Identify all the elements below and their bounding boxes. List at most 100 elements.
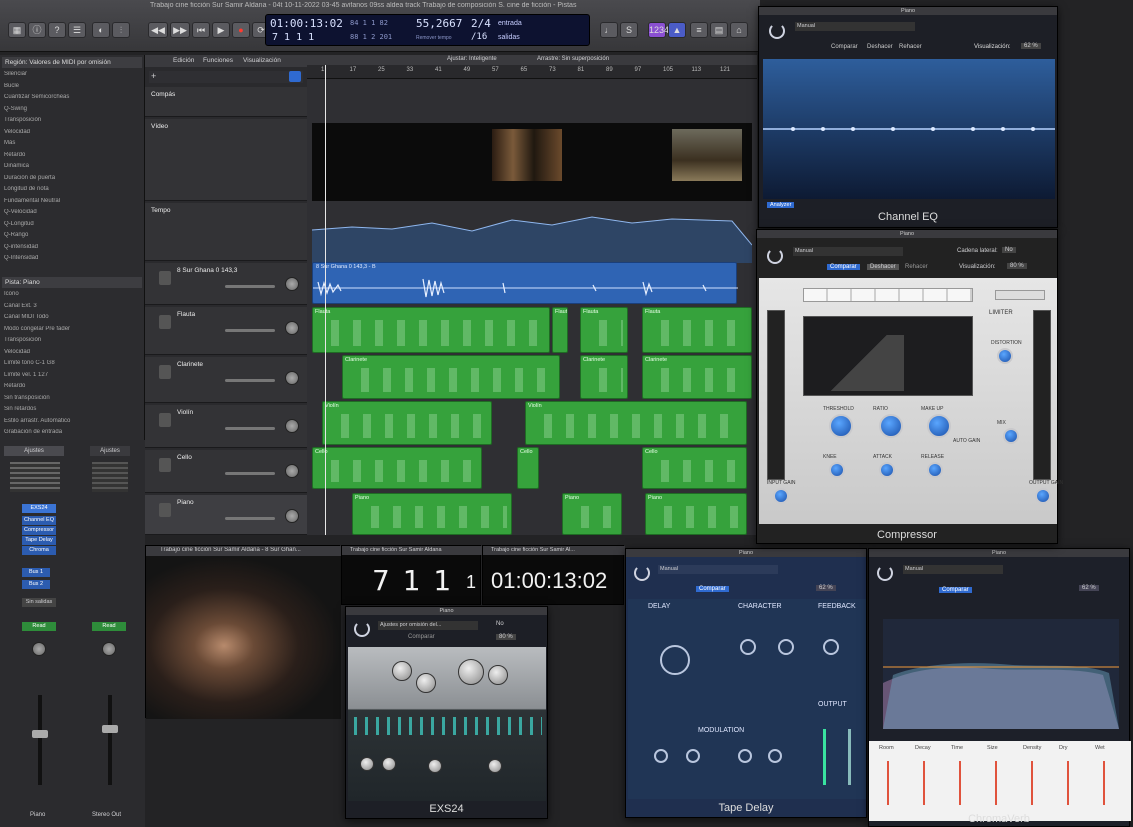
functions-menu[interactable]: Funciones (203, 57, 233, 64)
loop-browser-button[interactable]: ⌂ (730, 22, 748, 38)
region-param-row[interactable]: Q-Velocidad (4, 209, 140, 218)
exs24-knob-5[interactable] (360, 757, 374, 771)
add-track-icon[interactable]: + (151, 71, 156, 81)
midi-region-violin[interactable]: Violín (322, 401, 492, 445)
chromaverb-param-slider[interactable] (887, 761, 889, 805)
chromaverb-param-slider[interactable] (923, 761, 925, 805)
chromaverb-param-slider[interactable] (1103, 761, 1105, 805)
compressor-undo[interactable]: Deshacer (867, 264, 899, 270)
track-header[interactable]: Cello (145, 450, 307, 493)
character-knob-2[interactable] (778, 639, 794, 655)
chromaverb-param-slider[interactable] (995, 761, 997, 805)
track-header[interactable]: 8 Sur Ghana 0 143,3 (145, 263, 307, 305)
track-param-row[interactable]: Modo congelar Pre fader (4, 326, 140, 335)
toolbar-button[interactable]: ☰ (68, 22, 86, 38)
chromaverb-preset-menu[interactable]: Manual (903, 565, 1003, 574)
chromaverb-power-icon[interactable] (877, 565, 893, 581)
channel-eq-power-icon[interactable] (769, 23, 785, 39)
compressor-knob-input-gain[interactable] (773, 488, 789, 504)
compressor-preset-menu[interactable]: Manual (793, 247, 903, 256)
compressor-knob-knee[interactable] (829, 462, 845, 478)
track-volume-slider[interactable] (225, 517, 275, 520)
tape-delay-preset-menu[interactable]: Manual (658, 565, 778, 574)
region-param-row[interactable]: Duración de puerta (4, 175, 140, 184)
track-pan-knob[interactable] (285, 321, 299, 335)
compressor-zoom[interactable]: 80 % (1007, 263, 1027, 269)
lcd-display[interactable]: 01:00:13:02 7 1 1 1 84 1 1 82 88 1 2 201… (265, 14, 590, 46)
send-bus-2[interactable]: Bus 2 (22, 580, 50, 589)
compressor-knob-ratio[interactable] (879, 414, 903, 438)
track-header[interactable]: Clarinete (145, 357, 307, 403)
edit-menu[interactable]: Edición (173, 57, 194, 64)
exs24-zoom[interactable]: 80 % (496, 634, 516, 640)
play-button[interactable]: ▶ (212, 22, 230, 38)
channel-eq-analyzer-button[interactable]: Analyzer (767, 202, 795, 208)
exs24-knob-1[interactable] (392, 661, 412, 681)
tape-delay-compare-button[interactable]: Comparar (696, 586, 729, 592)
output-slot[interactable]: Sin salidas (22, 598, 56, 607)
channel-eq-paste[interactable]: Rehacer (899, 44, 922, 50)
track-param-row[interactable]: Sin retardos (4, 406, 140, 415)
video-track-lane[interactable] (312, 123, 752, 201)
compressor-knob-mix[interactable] (1003, 428, 1019, 444)
region-inspector-header[interactable]: Región: Valores de MIDI por omisión (2, 57, 142, 68)
chromaverb-param-slider[interactable] (1031, 761, 1033, 805)
exs24-compare-button[interactable]: Comparar (408, 634, 435, 640)
track-param-row[interactable]: Límite tono C-1 G8 (4, 360, 140, 369)
setting-button-left[interactable]: Ajustes (4, 446, 64, 456)
region-param-row[interactable]: Bucle (4, 83, 140, 92)
track-param-row[interactable]: Canal Ext. 3 (4, 303, 140, 312)
compressor-meter-mode[interactable] (995, 290, 1045, 300)
track-pan-knob[interactable] (285, 277, 299, 291)
track-header[interactable]: Violín (145, 405, 307, 448)
exs24-knob-4[interactable] (488, 665, 508, 685)
list-editors-button[interactable]: ≡ (690, 22, 708, 38)
track-header[interactable]: Tempo (145, 203, 307, 261)
chromaverb-titlebar[interactable]: Piano (869, 549, 1129, 557)
compressor-graph[interactable] (803, 316, 973, 396)
region-param-row[interactable]: Q-Longitud (4, 221, 140, 230)
compressor-sidechain[interactable]: No (1002, 247, 1016, 253)
channel-eq-graph[interactable] (763, 59, 1055, 199)
exs24-knob-3[interactable] (458, 659, 484, 685)
track-param-row[interactable]: Velocidad (4, 349, 140, 358)
track-param-row[interactable]: Sin transposición (4, 395, 140, 404)
chromaverb-graph[interactable] (883, 619, 1119, 729)
help-button[interactable]: ? (48, 22, 66, 38)
tape-delay-power-icon[interactable] (634, 565, 650, 581)
instrument-slot[interactable]: EXS24 (22, 504, 56, 513)
setting-button-right[interactable]: Ajustes (90, 446, 130, 456)
tape-delay-titlebar[interactable]: Piano (626, 549, 866, 557)
exs24-knob-8[interactable] (488, 759, 502, 773)
track-param-row[interactable]: Icono (4, 291, 140, 300)
midi-region-clarinete[interactable]: Clarinete (342, 355, 560, 399)
compressor-knob-make-up[interactable] (927, 414, 951, 438)
tempo-curve[interactable] (312, 205, 752, 263)
region-param-row[interactable]: Q-Rango (4, 232, 140, 241)
compressor-knob-distortion[interactable] (997, 348, 1013, 364)
track-volume-slider[interactable] (225, 285, 275, 288)
exs24-titlebar[interactable]: Piano (346, 607, 547, 615)
track-param-row[interactable]: Canal MIDI Todo (4, 314, 140, 323)
playhead[interactable] (325, 65, 326, 535)
region-param-row[interactable]: Velocidad (4, 129, 140, 138)
exs24-knob-6[interactable] (382, 757, 396, 771)
midi-region-flauta[interactable]: Flauta (312, 307, 550, 353)
compressor-knob-release[interactable] (927, 462, 943, 478)
notepad-button[interactable]: ▤ (710, 22, 728, 38)
region-param-row[interactable]: Fundamental Neutral (4, 198, 140, 207)
midi-region-clarinete[interactable]: Clarinete (580, 355, 628, 399)
compressor-titlebar[interactable]: Piano (757, 230, 1057, 238)
compressor-type-selector[interactable] (803, 288, 973, 302)
track-pan-knob[interactable] (285, 464, 299, 478)
output-dry-slider[interactable] (823, 729, 826, 785)
chromaverb-zoom[interactable]: 62 % (1079, 585, 1099, 591)
eq-thumbnail[interactable] (10, 462, 60, 492)
midi-region-clarinete[interactable]: Clarinete (642, 355, 752, 399)
track-param-row[interactable]: Estilo arrastr. Automático (4, 418, 140, 427)
exs24-sidechain[interactable]: No (496, 621, 504, 627)
bar-counter-window[interactable]: Trabajo cine ficción Sur Samir Aldana 7 … (341, 545, 482, 605)
track-volume-slider[interactable] (225, 472, 275, 475)
region-param-row[interactable]: Q-Swing (4, 106, 140, 115)
plugin-slot-2[interactable]: Compressor (22, 526, 56, 535)
